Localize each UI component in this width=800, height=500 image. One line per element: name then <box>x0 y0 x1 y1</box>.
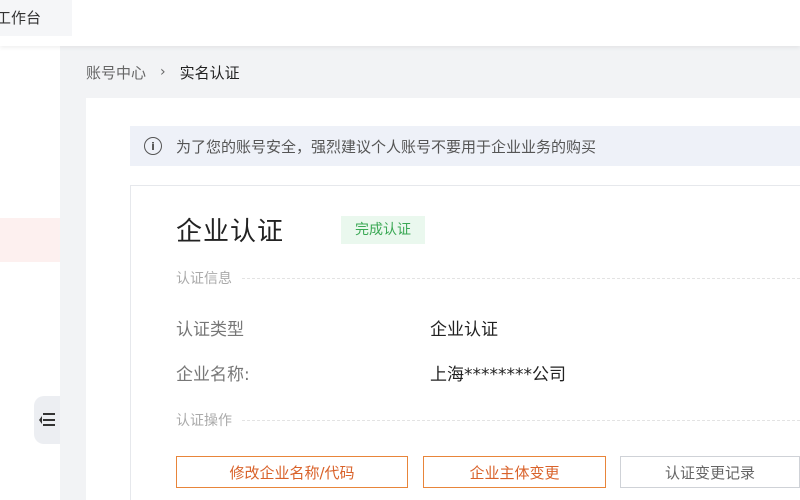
menu-collapse-icon <box>39 413 55 427</box>
notice-text: 为了您的账号安全，强烈建议个人账号不要用于企业业务的购买 <box>176 137 597 156</box>
sidebar-toggle-button[interactable] <box>34 396 60 444</box>
field-label-company: 企业名称: <box>176 365 250 385</box>
field-value-company: 上海********公司 <box>430 365 566 385</box>
section-divider <box>242 419 800 421</box>
section-info-heading: 认证信息 <box>176 268 800 288</box>
security-notice: i 为了您的账号安全，强烈建议个人账号不要用于企业业务的购买 <box>130 126 800 166</box>
breadcrumb-current: 实名认证 <box>179 63 240 82</box>
section-info-label: 认证信息 <box>176 271 232 287</box>
change-history-button[interactable]: 认证变更记录 <box>620 456 800 488</box>
status-badge: 完成认证 <box>341 216 425 244</box>
breadcrumb-account-center[interactable]: 账号中心 <box>86 62 146 83</box>
info-icon: i <box>144 137 162 155</box>
section-ops-label: 认证操作 <box>176 413 232 429</box>
chevron-right-icon: › <box>160 64 166 80</box>
section-divider <box>242 277 800 279</box>
section-ops-heading: 认证操作 <box>176 410 800 430</box>
change-subject-button[interactable]: 企业主体变更 <box>423 456 606 488</box>
card-title: 企业认证 <box>176 217 285 247</box>
modify-company-name-button[interactable]: 修改企业名称/代码 <box>176 456 408 488</box>
field-value-type: 企业认证 <box>430 320 498 340</box>
workbench-label: 工作台 <box>0 9 42 27</box>
workbench-tab[interactable]: 工作台 <box>0 0 72 36</box>
top-bar: 工作台 <box>0 0 800 46</box>
sidebar-item-active[interactable] <box>0 218 60 262</box>
field-label-type: 认证类型 <box>176 320 244 340</box>
breadcrumb: 账号中心 › 实名认证 <box>86 60 240 84</box>
